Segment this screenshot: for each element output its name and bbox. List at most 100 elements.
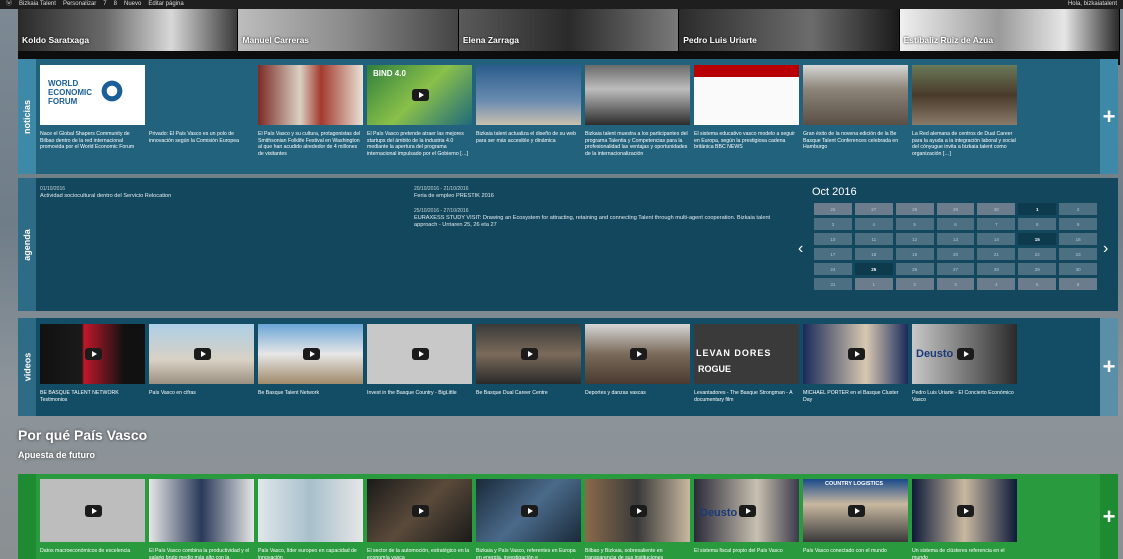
play-icon[interactable] xyxy=(956,504,974,517)
videos-side-tab[interactable]: videos xyxy=(18,318,36,416)
video-card[interactable]: Deportes y danzas vascas xyxy=(585,324,690,403)
video-thumbnail[interactable] xyxy=(40,324,145,384)
agenda-event[interactable]: 01/10/2016 Actividad sociocultural dentr… xyxy=(40,186,390,200)
calendar-day[interactable]: 28 xyxy=(977,263,1016,275)
calendar-day[interactable]: 5 xyxy=(1018,278,1057,290)
video-title[interactable]: País Vasco, líder europeo en capacidad d… xyxy=(258,548,363,559)
news-card[interactable]: La Red alemana de centros de Dual Career… xyxy=(912,65,1017,157)
agenda-side-tab[interactable]: agenda xyxy=(18,178,36,311)
news-thumbnail[interactable]: WORLD ECONOMIC FORUM xyxy=(40,65,145,125)
play-icon[interactable] xyxy=(520,348,538,360)
video-thumbnail[interactable]: LEVAN DORES ROGUE xyxy=(694,324,799,384)
video-title[interactable]: Bilbao y Bizkaia, sobresaliente en trans… xyxy=(585,548,690,559)
news-thumbnail[interactable] xyxy=(803,65,908,125)
future-video-card[interactable]: Deusto El sistema fiscal propio del País … xyxy=(694,479,799,559)
play-icon[interactable] xyxy=(847,504,865,517)
news-card[interactable]: WORLD ECONOMIC FORUM Nace el Global Shaper… xyxy=(40,65,145,157)
play-icon[interactable] xyxy=(302,348,320,360)
calendar-day[interactable]: 18 xyxy=(854,248,893,260)
video-thumbnail[interactable]: Deusto xyxy=(694,479,799,542)
video-title[interactable]: Un sistema de clústeres referencia en el… xyxy=(912,548,1017,559)
news-title[interactable]: Bizkaia talent actualiza el diseño de su… xyxy=(476,131,581,144)
play-icon[interactable] xyxy=(84,348,102,360)
future-side-tab[interactable] xyxy=(18,474,36,559)
calendar-day[interactable]: 27 xyxy=(854,203,893,215)
video-thumbnail[interactable] xyxy=(912,479,1017,542)
news-title[interactable]: Privado: El País Vasco es un polo de inn… xyxy=(149,131,254,144)
calendar-day[interactable]: 2 xyxy=(1059,203,1097,215)
calendar-day[interactable]: 5 xyxy=(895,218,934,230)
calendar-day[interactable]: 1 xyxy=(1018,203,1057,215)
news-thumbnail[interactable] xyxy=(149,65,254,125)
admin-site-link[interactable]: Bizkaia Talent xyxy=(19,0,56,9)
news-title[interactable]: Bizkaia talent muestra a los participant… xyxy=(585,131,690,157)
calendar-day[interactable]: 19 xyxy=(895,248,934,260)
play-icon[interactable] xyxy=(411,504,429,517)
video-thumbnail[interactable]: Deusto xyxy=(912,324,1017,384)
admin-comments-count[interactable]: 8 xyxy=(114,0,117,9)
video-card[interactable]: Be Basque Talent Network xyxy=(258,324,363,403)
news-thumbnail[interactable] xyxy=(585,65,690,125)
play-icon[interactable] xyxy=(193,348,211,360)
play-icon[interactable] xyxy=(411,89,429,101)
future-video-card[interactable]: El sector de la automoción, estratégico … xyxy=(367,479,472,559)
calendar-day[interactable]: 26 xyxy=(895,263,934,275)
calendar-day[interactable]: 8 xyxy=(1018,218,1057,230)
play-icon[interactable] xyxy=(84,504,102,517)
video-card[interactable]: Invest in the Basque Country - BigLittle xyxy=(367,324,472,403)
calendar-day[interactable]: 3 xyxy=(814,218,852,230)
calendar-day[interactable]: 29 xyxy=(936,203,975,215)
news-title[interactable]: El País Vasco pretende atraer las mejore… xyxy=(367,131,472,157)
video-title[interactable]: Datos macroeconómicos de excelencia xyxy=(40,548,145,555)
news-title[interactable]: Nace el Global Shapers Community de Bilb… xyxy=(40,131,145,151)
calendar-day[interactable]: 1 xyxy=(854,278,893,290)
calendar-day[interactable]: 15 xyxy=(1018,233,1057,245)
calendar-day[interactable]: 24 xyxy=(814,263,852,275)
calendar-day[interactable]: 31 xyxy=(814,278,852,290)
event-title[interactable]: EURAXESS STUDY VISIT: Drawing an Ecosyst… xyxy=(414,215,794,229)
news-more-button[interactable]: + xyxy=(1100,59,1118,174)
calendar-day[interactable]: 30 xyxy=(977,203,1016,215)
play-icon[interactable] xyxy=(520,504,538,517)
news-card[interactable]: El sistema educativo vasco modelo a segu… xyxy=(694,65,799,157)
video-thumbnail[interactable] xyxy=(149,479,254,542)
future-video-card[interactable]: Datos macroeconómicos de excelencia xyxy=(40,479,145,559)
play-icon[interactable] xyxy=(629,348,647,360)
calendar-day[interactable]: 30 xyxy=(1059,263,1097,275)
video-card[interactable]: LEVAN DORES ROGUE Levantadores - The Basqu… xyxy=(694,324,799,403)
video-card[interactable]: Deusto Pedro Luis Uriarte - El Concierto … xyxy=(912,324,1017,403)
play-icon[interactable] xyxy=(411,348,429,360)
video-thumbnail[interactable] xyxy=(258,479,363,542)
calendar-day[interactable]: 27 xyxy=(936,263,975,275)
video-title[interactable]: Pedro Luis Uriarte - El Concierto Económ… xyxy=(912,390,1017,403)
news-card[interactable]: BIND 4.0 El País Vasco pretende atraer l… xyxy=(367,65,472,157)
news-thumbnail[interactable]: BIND 4.0 xyxy=(367,65,472,125)
calendar-day[interactable]: 7 xyxy=(977,218,1016,230)
calendar-day[interactable]: 20 xyxy=(936,248,975,260)
video-title[interactable]: El sector de la automoción, estratégico … xyxy=(367,548,472,559)
video-card[interactable]: País Vasco en cifras xyxy=(149,324,254,403)
video-thumbnail[interactable] xyxy=(40,479,145,542)
news-thumbnail[interactable] xyxy=(476,65,581,125)
calendar-day[interactable]: 21 xyxy=(977,248,1016,260)
agenda-event[interactable]: 20/10/2016 - 21/10/2016 Feria de empleo … xyxy=(414,186,794,200)
admin-edit-link[interactable]: Editar página xyxy=(148,0,183,9)
future-video-card[interactable]: País Vasco, líder europeo en capacidad d… xyxy=(258,479,363,559)
news-title[interactable]: La Red alemana de centros de Dual Career… xyxy=(912,131,1017,157)
future-video-card[interactable]: Bizkaia y País Vasco, referentes en Euro… xyxy=(476,479,581,559)
calendar-day[interactable]: 29 xyxy=(1018,263,1057,275)
news-card[interactable]: Privado: El País Vasco es un polo de inn… xyxy=(149,65,254,157)
admin-user[interactable]: Hola, bizkaiatalent xyxy=(1068,0,1117,9)
calendar-day[interactable]: 11 xyxy=(854,233,893,245)
person-card[interactable]: Estibaliz Ruiz de Azua xyxy=(899,9,1121,51)
video-title[interactable]: Be Basque Talent Network xyxy=(258,390,363,397)
video-card[interactable]: Be Basque Dual Career Centre xyxy=(476,324,581,403)
future-more-button[interactable]: + xyxy=(1100,474,1118,559)
person-card[interactable]: Elena Zarraga xyxy=(458,9,680,51)
calendar-day[interactable]: 25 xyxy=(854,263,893,275)
calendar-day[interactable]: 22 xyxy=(1018,248,1057,260)
news-card[interactable]: Bizkaia talent actualiza el diseño de su… xyxy=(476,65,581,157)
video-thumbnail[interactable] xyxy=(367,324,472,384)
calendar-prev-button[interactable]: ‹ xyxy=(798,240,803,258)
calendar-day[interactable]: 2 xyxy=(895,278,934,290)
